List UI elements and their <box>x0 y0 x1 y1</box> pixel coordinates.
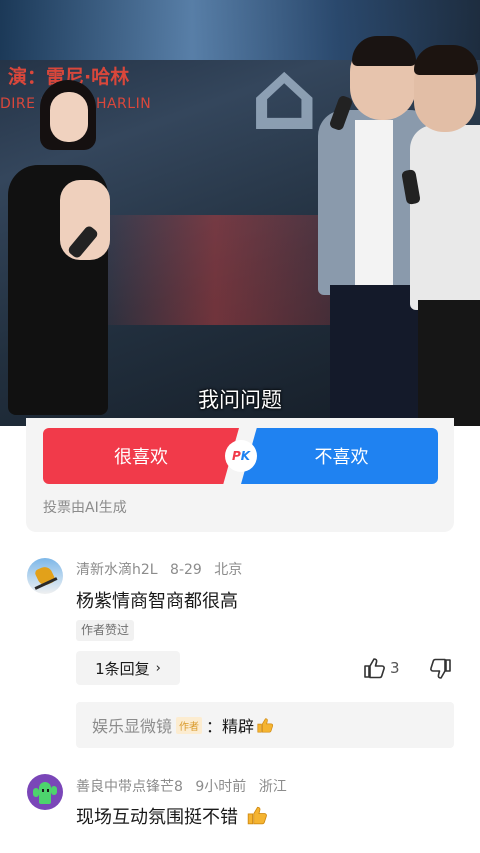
comment-text: 杨紫情商智商都很高 <box>76 591 238 612</box>
vote-note: 投票由AI生成 <box>43 500 127 516</box>
person-man-pants <box>418 300 480 426</box>
reply-preview[interactable]: 娱乐显微镜 作者 ：精辟 <box>76 702 454 748</box>
cactus-arm-icon <box>33 788 39 797</box>
pk-badge-k: K <box>240 449 251 463</box>
avatar[interactable] <box>27 558 63 594</box>
pk-badge-p: P <box>231 449 241 463</box>
vote-dislike-label: 不喜欢 <box>314 447 369 468</box>
comment-date: 8-29 <box>170 562 202 578</box>
view-replies-label: 1条回复 <box>95 659 150 678</box>
thumbs-up-emoji-icon <box>247 806 267 825</box>
video-subtitle: 我问问题 <box>198 388 282 412</box>
author-tag: 作者 <box>176 716 203 734</box>
comment-location: 浙江 <box>258 779 287 795</box>
pk-badge-icon: PK <box>225 440 257 472</box>
thumbs-up-emoji-icon <box>257 718 274 733</box>
cactus-icon <box>39 782 51 804</box>
vote-like-button[interactable]: 很喜欢 <box>43 428 239 484</box>
thumb-up-icon[interactable] <box>363 657 387 679</box>
chevron-right-icon: › <box>155 660 161 676</box>
like-count: 3 <box>390 659 400 677</box>
person-man-hair <box>414 45 478 75</box>
poster-red-band <box>90 215 340 325</box>
view-replies-button[interactable]: 1条回复 › <box>76 651 180 685</box>
cactus-arm-icon <box>51 786 57 795</box>
comment-meta: 善良中带点锋芒8 9小时前 浙江 <box>76 776 295 796</box>
avatar[interactable] <box>27 774 63 810</box>
reply-text: ：精辟 <box>206 717 255 736</box>
vote-like-label: 很喜欢 <box>114 447 168 468</box>
comment-location: 北京 <box>214 562 243 578</box>
eye-icon <box>42 789 44 792</box>
comment-date: 9小时前 <box>195 779 247 795</box>
person-host-hair <box>352 36 416 66</box>
comment-text: 现场互动氛围挺不错 <box>76 803 268 829</box>
vote-dislike-button[interactable]: 不喜欢 <box>241 428 438 484</box>
author-liked-badge: 作者赞过 <box>76 620 135 641</box>
person-woman-face <box>50 92 88 142</box>
person-host-pants <box>330 285 420 426</box>
reply-username[interactable]: 娱乐显微镜 <box>92 713 172 737</box>
comment-text-body: 现场互动氛围挺不错 <box>76 807 238 828</box>
comment-username[interactable]: 清新水滴h2L <box>76 562 158 578</box>
comment-meta: 清新水滴h2L 8-29 北京 <box>76 559 250 579</box>
video-player[interactable]: ⌂ 演：雷尼·哈林 DIRE RENNY HARLIN 我问问题 <box>0 0 480 426</box>
eye-icon <box>47 789 49 792</box>
person-host-shirt <box>355 120 393 290</box>
person-man-shirt <box>410 125 480 310</box>
thumb-down-icon[interactable] <box>428 658 452 680</box>
comment-username[interactable]: 善良中带点锋芒8 <box>76 779 183 795</box>
